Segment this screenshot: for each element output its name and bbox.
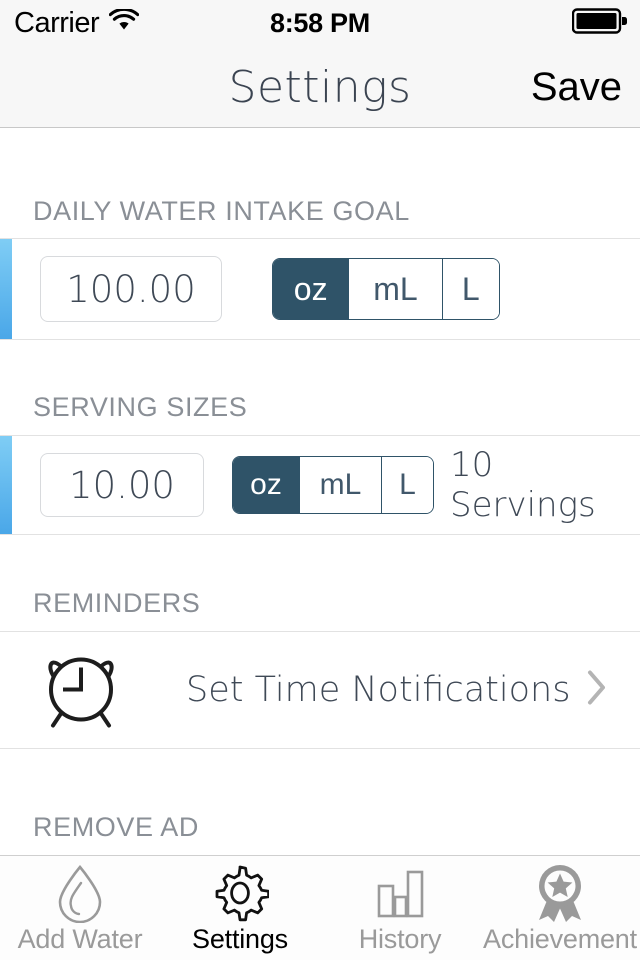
- section-header-daily-goal: DAILY WATER INTAKE GOAL: [33, 196, 410, 226]
- serving-size-unit-l[interactable]: L: [381, 457, 433, 513]
- serving-size-row: 10.00 oz mL L 10 Servings: [0, 435, 640, 535]
- row-accent-bar: [0, 436, 12, 534]
- daily-goal-unit-l[interactable]: L: [441, 259, 499, 319]
- tab-label-settings: Settings: [192, 924, 288, 954]
- battery-full-icon: [571, 7, 628, 39]
- status-bar: Carrier 8:58 PM: [0, 0, 640, 46]
- servings-count-label: 10 Servings: [450, 445, 596, 525]
- save-button[interactable]: Save: [531, 46, 622, 128]
- tab-history[interactable]: History: [320, 856, 480, 960]
- alarm-clock-icon: [40, 646, 122, 735]
- daily-goal-unit-ml[interactable]: mL: [348, 259, 442, 319]
- daily-goal-unit-segmented-control[interactable]: oz mL L: [272, 258, 500, 320]
- tab-label-add-water: Add Water: [17, 924, 143, 954]
- status-bar-right: [571, 7, 628, 39]
- status-bar-time: 8:58 PM: [270, 7, 370, 38]
- medal-icon: [531, 864, 589, 922]
- tab-label-achievement: Achievement: [483, 924, 637, 954]
- tab-bar: Add Water Settings History Achievement: [0, 855, 640, 960]
- daily-goal-input[interactable]: 100.00: [40, 256, 222, 322]
- app-screen: Carrier 8:58 PM Settings Save DAILY WATE…: [0, 0, 640, 960]
- tab-settings[interactable]: Settings: [160, 856, 320, 960]
- serving-size-unit-segmented-control[interactable]: oz mL L: [232, 456, 434, 514]
- section-header-remove-ad: REMOVE AD: [33, 812, 199, 842]
- tab-add-water[interactable]: Add Water: [0, 856, 160, 960]
- set-time-notifications-row[interactable]: Set Time Notifications: [0, 631, 640, 749]
- serving-size-input[interactable]: 10.00: [40, 453, 204, 517]
- tab-label-history: History: [358, 924, 442, 954]
- row-accent-bar: [0, 239, 12, 339]
- chevron-right-icon: [586, 669, 608, 712]
- tab-achievement[interactable]: Achievement: [480, 856, 640, 960]
- navigation-bar: Settings Save: [0, 46, 640, 128]
- serving-size-unit-ml[interactable]: mL: [299, 457, 381, 513]
- bar-chart-icon: [372, 864, 428, 922]
- set-time-notifications-label: Set Time Notifications: [186, 670, 571, 710]
- section-header-serving-sizes: SERVING SIZES: [33, 392, 248, 422]
- serving-size-unit-oz[interactable]: oz: [233, 457, 299, 513]
- section-header-reminders: REMINDERS: [33, 588, 201, 618]
- water-drop-icon: [54, 864, 106, 923]
- daily-goal-unit-oz[interactable]: oz: [273, 259, 349, 319]
- daily-goal-row: 100.00 oz mL L: [0, 238, 640, 340]
- settings-content: DAILY WATER INTAKE GOAL 100.00 oz mL L S…: [0, 128, 640, 855]
- gear-icon: [211, 864, 269, 922]
